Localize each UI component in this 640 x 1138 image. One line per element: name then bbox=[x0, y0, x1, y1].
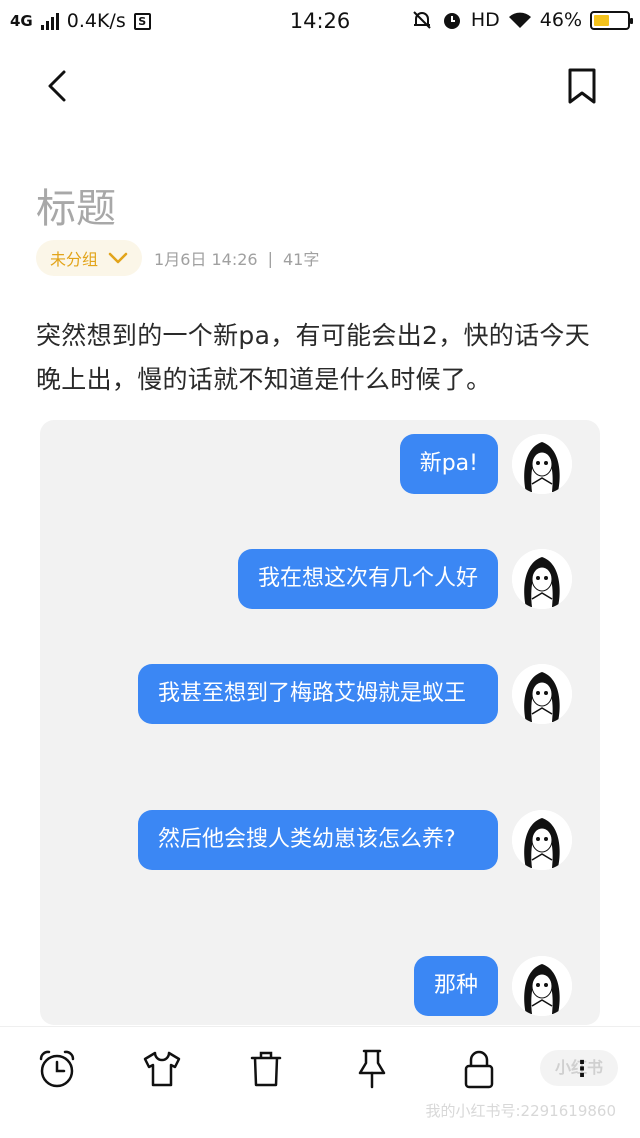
shirt-icon bbox=[143, 1051, 181, 1087]
group-label: 未分组 bbox=[50, 250, 99, 269]
avatar bbox=[512, 956, 572, 1016]
bookmark-button[interactable] bbox=[562, 64, 602, 108]
avatar bbox=[512, 664, 572, 724]
chat-bubble: 那种 bbox=[413, 956, 498, 1016]
group-selector[interactable]: 未分组 bbox=[36, 240, 143, 276]
alarm-clock-icon bbox=[39, 1050, 75, 1088]
avatar-drawing bbox=[512, 956, 572, 1016]
lock-icon bbox=[464, 1050, 494, 1089]
status-right: HD 46% bbox=[411, 9, 633, 31]
wifi-icon bbox=[508, 12, 531, 28]
chat-screenshot-image[interactable]: 新pa! 我在想这次有几个人好 我甚至想到了梅路艾姆就是蚁王 然后他会搜人类幼崽… bbox=[40, 420, 600, 1025]
chat-bubble: 我在想这次有几个人好 bbox=[237, 549, 498, 609]
chat-message: 然后他会搜人类幼崽该怎么养? bbox=[138, 810, 572, 870]
chat-message: 我甚至想到了梅路艾姆就是蚁王 bbox=[138, 664, 572, 724]
chat-message: 那种 bbox=[413, 956, 572, 1016]
chat-bubble: 我甚至想到了梅路艾姆就是蚁王 bbox=[138, 664, 498, 724]
battery-percent: 46% bbox=[539, 9, 582, 31]
more-icon: ⋮ bbox=[571, 1057, 593, 1082]
watermark-text: 我的小红书号:2291619860 bbox=[425, 1102, 617, 1120]
avatar-drawing bbox=[512, 434, 572, 494]
note-screen: 4G 0.4K/s S 14:26 HD 46% 标题 未分组 1月6日 14:… bbox=[0, 0, 640, 1138]
back-button[interactable] bbox=[38, 64, 78, 108]
avatar bbox=[512, 810, 572, 870]
avatar-drawing bbox=[512, 810, 572, 870]
mute-bell-icon bbox=[413, 11, 431, 29]
note-body[interactable]: 突然想到的一个新pa，有可能会出2，快的话今天晚上出，慢的话就不知道是什么时候了… bbox=[36, 314, 611, 402]
pin-button[interactable] bbox=[350, 1047, 394, 1091]
note-title[interactable]: 标题 bbox=[36, 176, 116, 234]
word-count: 41字 bbox=[282, 250, 320, 269]
chevron-left-icon bbox=[48, 70, 66, 102]
chat-message: 新pa! bbox=[399, 434, 572, 494]
chat-bubble: 然后他会搜人类幼崽该怎么养? bbox=[138, 810, 498, 870]
delete-button[interactable] bbox=[244, 1047, 288, 1091]
bookmark-icon bbox=[568, 68, 596, 104]
avatar bbox=[512, 549, 572, 609]
avatar bbox=[512, 434, 572, 494]
chat-bubble: 新pa! bbox=[399, 434, 498, 494]
pin-icon bbox=[358, 1049, 386, 1089]
alarm-icon bbox=[443, 13, 460, 29]
avatar-drawing bbox=[512, 549, 572, 609]
battery-icon bbox=[590, 10, 633, 30]
trash-icon bbox=[250, 1051, 282, 1087]
reminder-button[interactable] bbox=[35, 1047, 79, 1091]
meta-separator: | bbox=[267, 248, 273, 268]
status-bar: 4G 0.4K/s S 14:26 HD 46% bbox=[0, 0, 640, 44]
bottom-toolbar bbox=[0, 1026, 640, 1138]
lock-button[interactable] bbox=[457, 1047, 501, 1091]
chevron-down-icon bbox=[108, 252, 128, 264]
battery-fill bbox=[594, 14, 609, 26]
note-meta: 未分组 1月6日 14:26 | 41字 bbox=[36, 240, 319, 276]
hd-label: HD bbox=[470, 9, 500, 31]
theme-button[interactable] bbox=[140, 1047, 184, 1091]
more-button[interactable]: ⋮ bbox=[570, 1054, 594, 1086]
avatar-drawing bbox=[512, 664, 572, 724]
chat-message: 我在想这次有几个人好 bbox=[237, 549, 572, 609]
note-date: 1月6日 14:26 bbox=[154, 250, 258, 269]
